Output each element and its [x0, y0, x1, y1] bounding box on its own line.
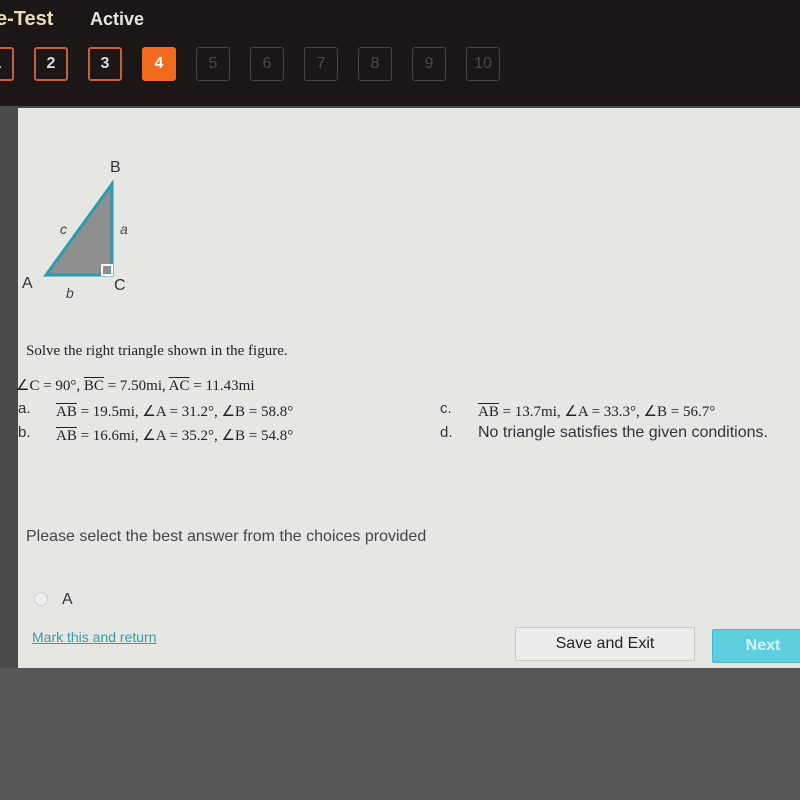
choice-values: = 19.5mi, ∠A = 31.2°, ∠B = 58.8°	[76, 404, 294, 420]
segment-ab: AB	[56, 404, 77, 420]
vertex-c-label: C	[114, 277, 126, 294]
question-8-button[interactable]: 8	[358, 47, 392, 81]
mark-and-return-link[interactable]: Mark this and return	[32, 629, 157, 645]
test-title: e-Test	[0, 8, 54, 30]
option-a-label[interactable]: A	[62, 591, 73, 609]
radio-option-a[interactable]	[34, 592, 48, 606]
segment-ab: AB	[56, 428, 77, 444]
side-a-label: a	[120, 221, 128, 237]
screen-bezel	[0, 668, 800, 800]
choice-a: AB = 19.5mi, ∠A = 31.2°, ∠B = 58.8°	[56, 402, 293, 421]
question-1-button[interactable]: 1	[0, 47, 14, 81]
test-header: e-Test Active 123456789 10	[0, 0, 800, 106]
triangle-figure: B A C a c b	[22, 159, 128, 301]
next-button[interactable]: Next	[712, 629, 800, 663]
vertex-b-label: B	[110, 159, 121, 176]
question-3-button[interactable]: 3	[88, 47, 122, 81]
save-and-exit-button[interactable]: Save and Exit	[515, 627, 695, 661]
question-4-button[interactable]: 4	[142, 47, 176, 81]
question-6-button[interactable]: 6	[250, 47, 284, 81]
segment-ac: AC	[168, 378, 190, 394]
question-2-button[interactable]: 2	[34, 47, 68, 81]
side-c-label: c	[60, 221, 67, 237]
question-5-button[interactable]: 5	[196, 47, 230, 81]
ac-value: = 11.43mi	[189, 378, 255, 394]
choice-d: No triangle satisfies the given conditio…	[478, 424, 768, 441]
question-7-button[interactable]: 7	[304, 47, 338, 81]
given-values: ∠C = 90°, BC = 7.50mi, AC = 11.43mi	[16, 376, 255, 395]
bc-value: = 7.50mi,	[103, 378, 169, 394]
question-text: Solve the right triangle shown in the fi…	[26, 343, 288, 359]
choice-c: AB = 13.7mi, ∠A = 33.3°, ∠B = 56.7°	[478, 402, 715, 421]
given-angle: ∠C = 90°,	[16, 378, 84, 394]
vertex-a-label: A	[22, 275, 33, 292]
choice-letter: a.	[18, 400, 31, 417]
choice-letter: b.	[18, 424, 31, 441]
choice-values: = 13.7mi, ∠A = 33.3°, ∠B = 56.7°	[498, 404, 716, 420]
segment-ab: AB	[478, 404, 499, 420]
side-b-label: b	[66, 285, 74, 301]
answer-prompt: Please select the best answer from the c…	[26, 528, 427, 545]
triangle-shape	[43, 179, 114, 277]
choice-b: AB = 16.6mi, ∠A = 35.2°, ∠B = 54.8°	[56, 426, 293, 445]
segment-bc: BC	[83, 378, 104, 394]
choice-values: = 16.6mi, ∠A = 35.2°, ∠B = 54.8°	[76, 428, 294, 444]
question-10-button[interactable]: 10	[466, 47, 500, 81]
question-9-button[interactable]: 9	[412, 47, 446, 81]
choice-letter: d.	[440, 424, 453, 441]
choice-letter: c.	[440, 400, 452, 417]
test-status: Active	[90, 9, 145, 29]
